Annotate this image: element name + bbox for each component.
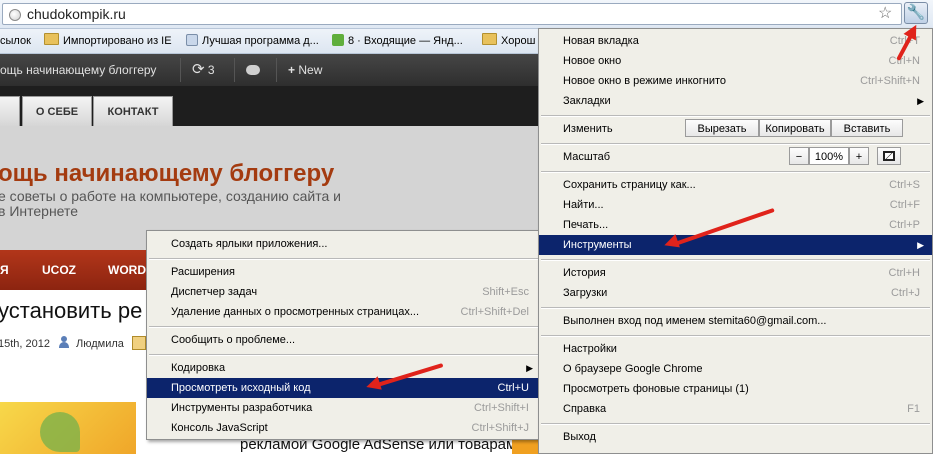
category-link[interactable]: Я <box>0 250 9 290</box>
menu-separator <box>149 258 539 260</box>
nav-tab-about[interactable]: О СЕБЕ <box>22 96 92 126</box>
menu-item-help[interactable]: Справка F1 <box>539 399 932 419</box>
bookmark-item[interactable]: Лучшая программа д... <box>186 33 319 49</box>
nav-tab-home[interactable] <box>0 96 20 126</box>
menu-separator <box>541 307 930 309</box>
admin-bar-comments[interactable] <box>246 54 260 86</box>
bookmark-star-icon[interactable]: ☆ <box>878 5 892 22</box>
chrome-main-menu: Новая вкладкаCtrl+T Новое окноCtrl+N Нов… <box>538 28 933 454</box>
cut-button[interactable]: Вырезать <box>685 119 759 137</box>
submenu-arrow-icon: ▶ <box>917 240 924 250</box>
bookmark-folder-imported[interactable]: Импортировано из IE <box>44 33 172 49</box>
category-link[interactable]: WORD <box>108 250 146 290</box>
wrench-menu-button[interactable]: 🔧 <box>904 2 928 24</box>
menu-item-extensions[interactable]: Расширения <box>147 262 541 282</box>
site-description: е советы о работе на компьютере, создани… <box>0 188 341 204</box>
submenu-arrow-icon: ▶ <box>917 96 924 106</box>
menu-separator <box>541 423 930 425</box>
divider <box>234 58 235 82</box>
plus-icon: + <box>288 63 296 77</box>
menu-separator <box>149 354 539 356</box>
menu-separator <box>541 259 930 261</box>
menu-item-history[interactable]: История Ctrl+H <box>539 263 932 283</box>
menu-item-exit[interactable]: Выход <box>539 427 932 447</box>
site-description: в Интернете <box>0 203 79 219</box>
menu-item-javascript-console[interactable]: Консоль JavaScript Ctrl+Shift+J <box>147 418 541 438</box>
bookmark-item[interactable]: 8 · Входящие — Янд... <box>332 33 463 49</box>
page-icon <box>186 34 198 46</box>
menu-item-bookmarks[interactable]: Закладки ▶ <box>539 91 932 111</box>
menu-separator <box>541 171 930 173</box>
fullscreen-button[interactable] <box>877 147 901 165</box>
admin-bar-site-name[interactable]: ощь начинающему блоггеру <box>0 54 156 86</box>
menu-item-task-manager[interactable]: Диспетчер задач Shift+Esc <box>147 282 541 302</box>
menu-separator <box>149 326 539 328</box>
divider <box>180 58 181 82</box>
user-icon <box>58 336 70 349</box>
zoom-level: 100% <box>809 147 849 165</box>
category-link[interactable]: UCOZ <box>42 250 76 290</box>
post-thumbnail-detail <box>40 412 80 452</box>
menu-item-create-app-shortcuts[interactable]: Создать ярлыки приложения... <box>147 234 541 254</box>
url-text[interactable]: chudokompik.ru <box>27 6 126 22</box>
copy-button[interactable]: Копировать <box>759 119 831 137</box>
menu-item-view-source[interactable]: Просмотреть исходный код Ctrl+U <box>147 378 541 398</box>
menu-item-settings[interactable]: Настройки <box>539 339 932 359</box>
zoom-in-button[interactable]: + <box>849 147 869 165</box>
menu-item-about-chrome[interactable]: О браузере Google Chrome <box>539 359 932 379</box>
admin-bar-new[interactable]: + New <box>288 54 322 86</box>
menu-item-new-window[interactable]: Новое окно Ctrl+N <box>539 51 932 71</box>
tools-submenu: Создать ярлыки приложения... Расширения … <box>146 230 542 440</box>
globe-icon <box>9 9 21 21</box>
edit-icon[interactable] <box>132 336 146 350</box>
zoom-out-button[interactable]: − <box>789 147 809 165</box>
paste-button[interactable]: Вставить <box>831 119 903 137</box>
nav-tab-contact[interactable]: КОНТАКТ <box>93 96 173 126</box>
menu-item-downloads[interactable]: Загрузки Ctrl+J <box>539 283 932 303</box>
post-date: 15th, 2012 <box>0 338 50 350</box>
omnibox[interactable]: chudokompik.ru ☆ <box>2 3 902 25</box>
menu-item-edit: Изменить Вырезать Копировать Вставить <box>539 119 932 139</box>
menu-item-background-pages[interactable]: Просмотреть фоновые страницы (1) <box>539 379 932 399</box>
menu-item-save-page[interactable]: Сохранить страницу как... Ctrl+S <box>539 175 932 195</box>
menu-item-signed-in[interactable]: Выполнен вход под именем stemita60@gmail… <box>539 311 932 331</box>
menu-item-new-tab[interactable]: Новая вкладкаCtrl+T <box>539 31 932 51</box>
admin-bar-updates[interactable]: ⟳ 3 <box>192 54 215 86</box>
divider <box>276 58 277 82</box>
refresh-icon: ⟳ <box>192 61 205 78</box>
menu-item-report-issue[interactable]: Сообщить о проблеме... <box>147 330 541 350</box>
menu-separator <box>541 335 930 337</box>
menu-item-tools[interactable]: Инструменты ▶ <box>539 235 932 255</box>
mail-icon <box>332 34 344 46</box>
site-title[interactable]: ощь начинающему блоггеру <box>0 160 334 188</box>
folder-icon <box>44 33 59 45</box>
menu-item-incognito-window[interactable]: Новое окно в режиме инкогнито Ctrl+Shift+… <box>539 71 932 91</box>
bookmark-folder[interactable]: Хорош <box>482 33 535 49</box>
wrench-icon: 🔧 <box>906 4 926 21</box>
menu-item-zoom: Масштаб − 100% + <box>539 147 932 167</box>
menu-item-developer-tools[interactable]: Инструменты разработчика Ctrl+Shift+I <box>147 398 541 418</box>
folder-icon <box>482 33 497 45</box>
post-title[interactable]: установить ре <box>0 298 142 324</box>
menu-item-clear-browsing-data[interactable]: Удаление данных о просмотренных страница… <box>147 302 541 322</box>
menu-separator <box>541 143 930 145</box>
menu-item-find[interactable]: Найти... Ctrl+F <box>539 195 932 215</box>
submenu-arrow-icon: ▶ <box>526 363 533 373</box>
comment-icon <box>246 65 260 75</box>
menu-item-encoding[interactable]: Кодировка ▶ <box>147 358 541 378</box>
fullscreen-icon <box>883 151 895 161</box>
menu-separator <box>541 115 930 117</box>
bookmark-item[interactable]: сылок <box>0 33 31 49</box>
post-author[interactable]: Людмила <box>76 338 124 350</box>
